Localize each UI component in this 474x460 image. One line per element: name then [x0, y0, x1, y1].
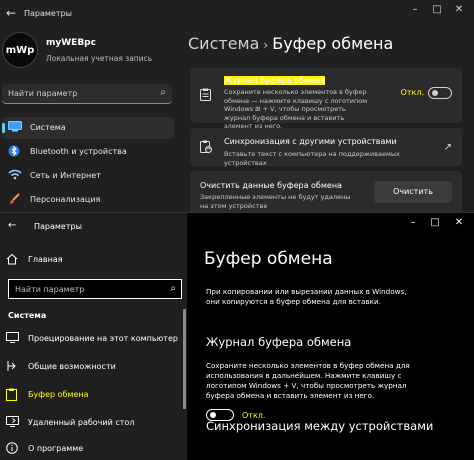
close-button[interactable]: ✕ [452, 217, 466, 228]
page-title: Буфер обмена [204, 249, 333, 269]
sidebar-item-personalization[interactable]: Персонализация [2, 189, 174, 211]
sidebar-item-shared-experiences[interactable]: Общие возможности [0, 355, 187, 379]
user-name: myWEBpc [46, 38, 96, 48]
toggle-knob [210, 412, 216, 418]
toggle-state-label: Откл. [400, 88, 424, 97]
minimize-button[interactable]: – [406, 217, 420, 228]
monitor-icon [8, 121, 22, 135]
sync-devices-card[interactable]: Синхронизация с другими устройствами Вст… [190, 128, 462, 167]
clipboard-history-heading: Журнал буфера обмена [206, 335, 352, 349]
sidebar-item-label: Сеть и Интернет [30, 171, 101, 180]
sidebar-item-clipboard[interactable]: Буфер обмена [0, 383, 187, 407]
card-description: Закрепленные элементы не будут удалены н… [200, 193, 351, 210]
sidebar-item-label: О программе [28, 444, 84, 453]
minimize-button[interactable]: – [408, 4, 422, 15]
search-input[interactable]: Найти параметр ⌕ [8, 279, 182, 299]
settings-window-win10: ← Параметры Главная Найти параметр ⌕ Сис… [0, 212, 474, 460]
card-title: Очистить данные буфера обмена [200, 181, 342, 190]
search-icon: ⌕ [170, 283, 176, 294]
settings-window-win11: ← Параметры – □ ✕ mWp myWEBpc Локальная … [0, 0, 474, 212]
sidebar-item-about[interactable]: О программе [0, 437, 187, 460]
search-input[interactable]: Найти параметр ⌕ [2, 84, 172, 104]
sidebar-item-system[interactable]: Система [2, 117, 174, 139]
clipboard-icon [200, 88, 211, 104]
clipboard-history-card: Журнал буфера обмена Сохраните несколько… [190, 68, 462, 130]
maximize-button[interactable]: □ [428, 217, 442, 228]
sidebar-item-label: Проецирование на этот компьютер [28, 334, 178, 343]
breadcrumb-current: Буфер обмена [272, 34, 394, 53]
home-icon [6, 253, 18, 268]
card-description: Вставьте текст с компьютера на поддержив… [224, 150, 400, 167]
account-type: Локальная учетная запись [46, 54, 153, 63]
page-title: Система › Буфер обмена [188, 34, 393, 53]
sync-heading: Синхронизация между устройствами [206, 419, 434, 433]
clipboard-history-toggle[interactable] [428, 87, 452, 99]
clear-button[interactable]: Очистить [374, 181, 452, 203]
sidebar-item-label: Буфер обмена [28, 390, 89, 399]
brush-icon [8, 193, 21, 208]
window-title: Параметры [34, 222, 82, 231]
search-placeholder: Найти параметр [8, 89, 78, 98]
sidebar-item-label: Общие возможности [28, 362, 116, 371]
selection-indicator [2, 123, 5, 133]
close-button[interactable]: ✕ [452, 4, 466, 15]
avatar[interactable]: mWp [2, 32, 38, 68]
toggle-knob [432, 90, 438, 96]
sidebar-item-label: Удаленный рабочий стол [28, 418, 135, 427]
maximize-button[interactable]: □ [430, 4, 444, 15]
sidebar-item-label: Bluetooth и устройства [30, 147, 127, 156]
title-bar: ← Параметры – □ ✕ [0, 0, 474, 28]
clipboard-history-description: Сохраните несколько элементов в буфер об… [206, 361, 410, 400]
sidebar-item-label: Система [30, 123, 66, 132]
home-link[interactable]: Главная [28, 255, 63, 264]
back-arrow-icon[interactable]: ← [8, 220, 16, 231]
search-placeholder: Найти параметр [15, 285, 85, 294]
sidebar-scrollbar[interactable] [183, 309, 186, 409]
card-title: Синхронизация с другими устройствами [224, 137, 397, 146]
external-link-icon[interactable]: ↗ [444, 142, 452, 153]
sidebar-item-network[interactable]: Сеть и Интернет [2, 165, 174, 187]
sidebar-item-projection[interactable]: Проецирование на этот компьютер [0, 327, 187, 351]
sidebar: ← Параметры Главная Найти параметр ⌕ Сис… [0, 213, 187, 460]
section-header: Система [8, 311, 47, 320]
chevron-right-icon: › [263, 38, 269, 52]
share-icon [6, 360, 18, 375]
sidebar-item-bluetooth[interactable]: Bluetooth и устройства [2, 141, 174, 163]
card-description: Сохраните несколько элементов в буфер об… [224, 88, 368, 130]
wifi-icon [8, 169, 22, 183]
back-arrow-icon[interactable]: ← [6, 6, 16, 20]
window-title: Параметры [24, 9, 72, 18]
bluetooth-icon [8, 145, 20, 160]
sync-devices-icon [200, 140, 212, 156]
breadcrumb-parent[interactable]: Система [188, 34, 259, 53]
remote-desktop-icon [6, 416, 19, 430]
card-title: Журнал буфера обмена [224, 76, 326, 85]
clipboard-icon [6, 388, 17, 404]
info-icon [6, 442, 18, 457]
search-icon: ⌕ [160, 87, 166, 98]
sidebar-item-remote-desktop[interactable]: Удаленный рабочий стол [0, 411, 187, 435]
clear-clipboard-card: Очистить данные буфера обмена Закрепленн… [190, 171, 462, 212]
intro-text: При копировании или вырезании данных в W… [206, 287, 407, 306]
sidebar-item-label: Персонализация [30, 195, 101, 204]
projector-icon [6, 332, 19, 346]
